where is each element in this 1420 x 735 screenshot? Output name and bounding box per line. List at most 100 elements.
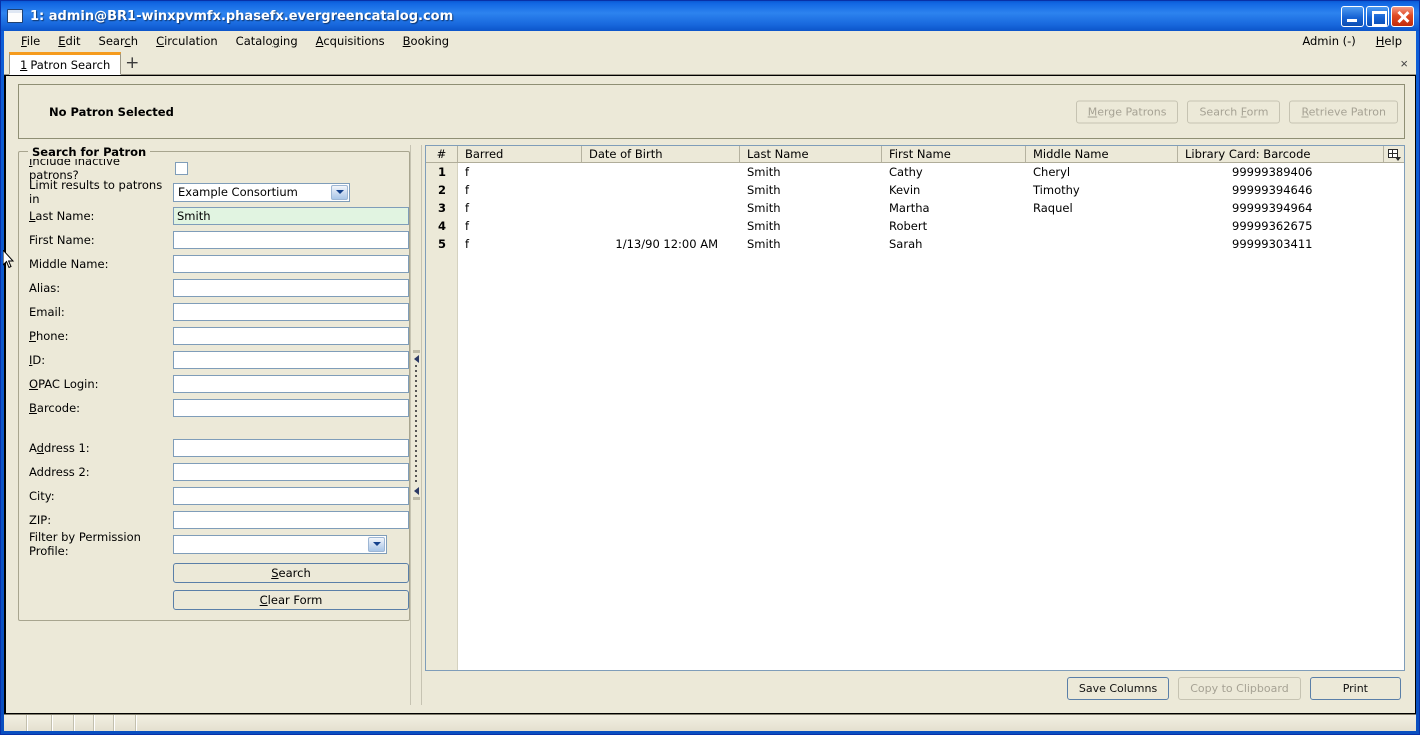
print-button[interactable]: Print bbox=[1309, 676, 1401, 700]
column-header-first-name[interactable]: First Name bbox=[882, 146, 1026, 162]
first-name-input[interactable] bbox=[173, 231, 409, 249]
city-label: City: bbox=[29, 489, 55, 503]
column-header-last-name[interactable]: Last Name bbox=[740, 146, 882, 162]
splitter-grip bbox=[415, 365, 417, 485]
field-last-name: Last Name: bbox=[27, 204, 409, 228]
cell-dob bbox=[582, 199, 740, 217]
splitter-cap-bottom bbox=[412, 497, 420, 500]
window-title: 1: admin@BR1-winxpvmfx.phasefx.evergreen… bbox=[30, 8, 454, 24]
search-button-row: Search bbox=[27, 563, 409, 583]
results-pane: # Barred Date of Birth Last Name First N… bbox=[422, 145, 1405, 705]
table-row[interactable]: 3 f Smith Martha Raquel 99999394964 bbox=[426, 199, 1404, 217]
splitter-collapse-left-icon[interactable] bbox=[413, 355, 419, 363]
column-header-middle-name[interactable]: Middle Name bbox=[1026, 146, 1178, 162]
status-cell-6 bbox=[115, 715, 137, 731]
opac-login-input[interactable] bbox=[173, 375, 409, 393]
limit-results-select[interactable]: Example Consortium bbox=[173, 182, 350, 202]
last-name-input[interactable] bbox=[173, 207, 409, 225]
splitter-collapse-right-icon[interactable] bbox=[413, 487, 419, 495]
status-cell-4 bbox=[75, 715, 95, 731]
page-content: No Patron Selected Merge Patrons Search … bbox=[4, 75, 1416, 714]
retrieve-patron-button[interactable]: Retrieve Patron bbox=[1289, 100, 1398, 123]
field-city: City: bbox=[27, 484, 409, 508]
cell-last-name: Smith bbox=[747, 219, 781, 233]
email-input[interactable] bbox=[173, 303, 409, 321]
window-icon bbox=[7, 9, 23, 23]
status-cell-1 bbox=[4, 715, 28, 731]
clear-form-button[interactable]: Clear Form bbox=[173, 590, 409, 610]
maximize-icon[interactable] bbox=[1366, 5, 1389, 27]
cell-last-name: Smith bbox=[747, 201, 781, 215]
menu-cataloging[interactable]: Cataloging bbox=[227, 32, 307, 50]
barcode-label: Barcode: bbox=[29, 401, 81, 415]
splitter-cap-top bbox=[412, 350, 420, 353]
search-button[interactable]: Search bbox=[173, 563, 409, 583]
column-picker-icon[interactable] bbox=[1384, 146, 1404, 162]
tab-patron-search[interactable]: 1 Patron Search bbox=[9, 52, 122, 75]
field-opac-login: OPAC Login: bbox=[27, 372, 409, 396]
address2-input[interactable] bbox=[173, 463, 409, 481]
field-phone: Phone: bbox=[27, 324, 409, 348]
city-input[interactable] bbox=[173, 487, 409, 505]
menu-admin[interactable]: Admin (-) bbox=[1292, 32, 1365, 50]
address1-input[interactable] bbox=[173, 439, 409, 457]
column-header-dob[interactable]: Date of Birth bbox=[582, 146, 740, 162]
new-tab-button[interactable]: + bbox=[121, 52, 143, 74]
cell-library-card: 99999362675 bbox=[1232, 219, 1313, 233]
copy-to-clipboard-button[interactable]: Copy to Clipboard bbox=[1178, 676, 1301, 700]
title-bar: 1: admin@BR1-winxpvmfx.phasefx.evergreen… bbox=[1, 1, 1419, 31]
clear-button-row: Clear Form bbox=[27, 590, 409, 610]
application-window: 1: admin@BR1-winxpvmfx.phasefx.evergreen… bbox=[0, 0, 1420, 735]
save-columns-button[interactable]: Save Columns bbox=[1066, 676, 1170, 700]
zip-input[interactable] bbox=[173, 511, 409, 529]
id-input[interactable] bbox=[173, 351, 409, 369]
column-header-barred[interactable]: Barred bbox=[458, 146, 582, 162]
phone-input[interactable] bbox=[173, 327, 409, 345]
opac-login-label: OPAC Login: bbox=[29, 377, 99, 391]
tab-label: Patron Search bbox=[30, 57, 111, 72]
middle-name-input[interactable] bbox=[173, 255, 409, 273]
menu-edit[interactable]: Edit bbox=[49, 32, 89, 50]
address2-label: Address 2: bbox=[29, 465, 90, 479]
limit-results-label: Limit results to patrons in bbox=[29, 178, 163, 206]
alias-input[interactable] bbox=[173, 279, 409, 297]
menu-search[interactable]: Search bbox=[90, 32, 148, 50]
table-row[interactable]: 1 f Smith Cathy Cheryl 99999389406 bbox=[426, 163, 1404, 181]
close-icon[interactable] bbox=[1391, 5, 1414, 27]
zip-label: ZIP: bbox=[29, 513, 52, 527]
menu-acquisitions[interactable]: Acquisitions bbox=[307, 32, 394, 50]
cell-num: 2 bbox=[437, 183, 446, 197]
status-cell-3 bbox=[53, 715, 75, 731]
field-id: ID: bbox=[27, 348, 409, 372]
merge-patrons-button[interactable]: Merge Patrons bbox=[1075, 100, 1179, 123]
column-header-num[interactable]: # bbox=[426, 146, 458, 162]
cell-barred: f bbox=[465, 237, 470, 251]
permission-profile-select[interactable] bbox=[173, 534, 387, 554]
include-inactive-checkbox[interactable] bbox=[175, 161, 188, 175]
barcode-input[interactable] bbox=[173, 399, 409, 417]
cell-barred: f bbox=[465, 183, 470, 197]
table-row[interactable]: 5 f 1/13/90 12:00 AM Smith Sarah 9999930… bbox=[426, 235, 1404, 253]
pane-splitter[interactable] bbox=[410, 145, 422, 705]
results-header-row: # Barred Date of Birth Last Name First N… bbox=[426, 146, 1404, 163]
patron-actions: Merge Patrons Search Form Retrieve Patro… bbox=[1075, 100, 1398, 123]
field-permission-profile: Filter by Permission Profile: bbox=[27, 530, 401, 558]
close-tab-icon[interactable]: × bbox=[1400, 56, 1408, 71]
first-name-label: First Name: bbox=[29, 233, 95, 247]
menu-help[interactable]: Help bbox=[1366, 32, 1412, 50]
cell-middle-name: Timothy bbox=[1033, 183, 1080, 197]
table-row[interactable]: 4 f Smith Robert 99999362675 bbox=[426, 217, 1404, 235]
limit-results-value: Example Consortium bbox=[178, 185, 298, 199]
cell-first-name: Sarah bbox=[889, 237, 923, 251]
cell-num: 3 bbox=[437, 201, 446, 215]
cell-library-card: 99999394964 bbox=[1232, 201, 1313, 215]
menu-booking[interactable]: Booking bbox=[394, 32, 458, 50]
table-row[interactable]: 2 f Smith Kevin Timothy 99999394646 bbox=[426, 181, 1404, 199]
minimize-icon[interactable] bbox=[1341, 5, 1364, 27]
menu-circulation[interactable]: Circulation bbox=[147, 32, 227, 50]
split-container: Search for Patron Include inactive patro… bbox=[18, 145, 1405, 705]
menu-file[interactable]: File bbox=[12, 32, 49, 50]
cell-first-name: Kevin bbox=[889, 183, 921, 197]
search-form-button[interactable]: Search Form bbox=[1187, 100, 1281, 123]
column-header-library-card[interactable]: Library Card: Barcode bbox=[1178, 146, 1384, 162]
